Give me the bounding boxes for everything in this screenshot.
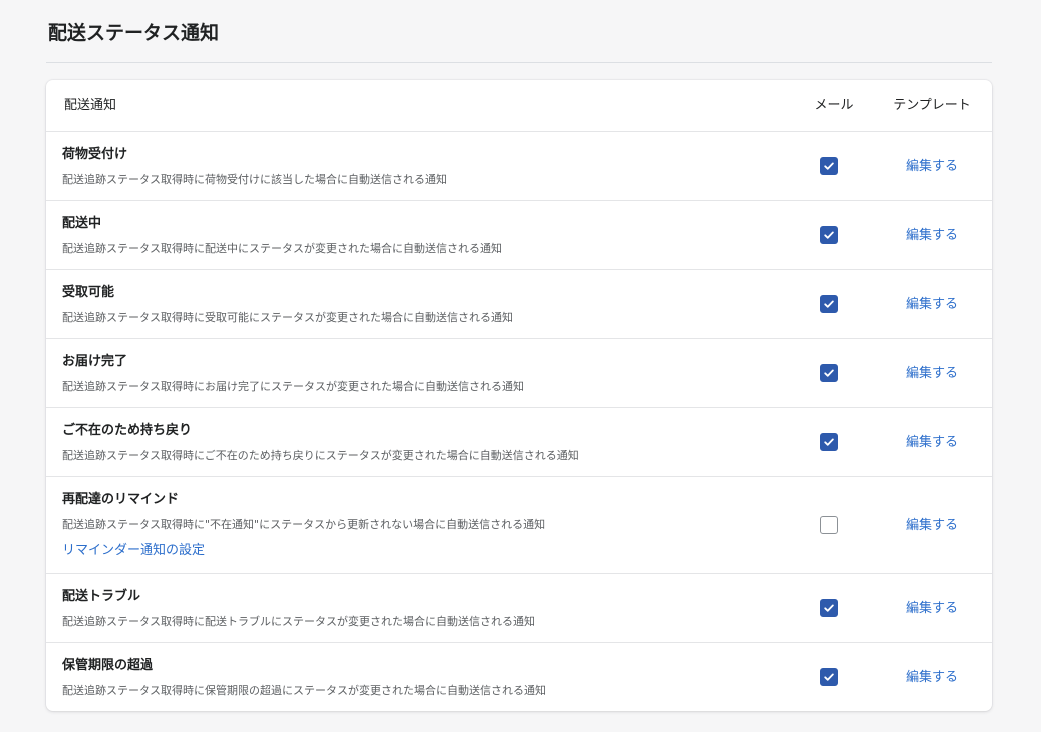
edit-template-link[interactable]: 編集する <box>886 226 978 246</box>
row-title: 配送トラブル <box>62 589 141 604</box>
mail-checkbox[interactable] <box>820 433 838 451</box>
row-description: 配送追跡ステータス取得時に荷物受付けに該当した場合に自動送信される通知 <box>62 173 447 186</box>
edit-template-link[interactable]: 編集する <box>886 295 978 315</box>
table-row: 保管期限の超過 配送追跡ステータス取得時に保管期限の超過にステータスが変更された… <box>46 643 992 711</box>
mail-checkbox[interactable] <box>820 516 838 534</box>
row-description: 配送追跡ステータス取得時に保管期限の超過にステータスが変更された場合に自動送信さ… <box>62 684 546 697</box>
row-description: 配送追跡ステータス取得時に"不在通知"にステータスから更新されない場合に自動送信… <box>62 518 546 531</box>
edit-template-link[interactable]: 編集する <box>886 157 978 177</box>
edit-template-link[interactable]: 編集する <box>886 599 978 619</box>
table-row: 受取可能 配送追跡ステータス取得時に受取可能にステータスが変更された場合に自動送… <box>46 270 992 339</box>
page: 配送ステータス通知 配送通知 メール テンプレート 荷物受付け 配送追跡ステータ… <box>0 0 1041 732</box>
mail-checkbox[interactable] <box>820 668 838 686</box>
row-description: 配送追跡ステータス取得時にご不在のため持ち戻りにステータスが変更された場合に自動… <box>62 449 579 462</box>
header-mail: メール <box>814 98 854 113</box>
table-row: 配送トラブル 配送追跡ステータス取得時に配送トラブルにステータスが変更された場合… <box>46 574 992 643</box>
table-header: 配送通知 メール テンプレート <box>46 80 992 132</box>
row-title: 再配達のリマインド <box>62 492 180 507</box>
table-row: 配送中 配送追跡ステータス取得時に配送中にステータスが変更された場合に自動送信さ… <box>46 201 992 270</box>
checkmark-icon <box>824 438 834 446</box>
checkmark-icon <box>824 673 834 681</box>
row-description: 配送追跡ステータス取得時に受取可能にステータスが変更された場合に自動送信される通… <box>62 311 513 324</box>
row-title: お届け完了 <box>62 354 128 369</box>
row-title: ご不在のため持ち戻り <box>62 423 193 438</box>
table-row: ご不在のため持ち戻り 配送追跡ステータス取得時にご不在のため持ち戻りにステータス… <box>46 408 992 477</box>
header-notification: 配送通知 <box>64 98 117 113</box>
header-template: テンプレート <box>893 98 971 113</box>
row-title: 配送中 <box>62 216 102 231</box>
row-title: 受取可能 <box>62 285 115 300</box>
page-title: 配送ステータス通知 <box>48 22 220 44</box>
edit-template-link[interactable]: 編集する <box>886 364 978 384</box>
row-title: 荷物受付け <box>62 147 128 162</box>
mail-checkbox[interactable] <box>820 364 838 382</box>
checkmark-icon <box>824 231 834 239</box>
edit-template-link[interactable]: 編集する <box>886 516 978 536</box>
notification-table: 配送通知 メール テンプレート 荷物受付け 配送追跡ステータス取得時に荷物受付け… <box>46 80 992 711</box>
reminder-settings-link[interactable]: リマインダー通知の設定 <box>62 542 205 560</box>
row-title: 保管期限の超過 <box>62 658 154 673</box>
mail-checkbox[interactable] <box>820 226 838 244</box>
table-row: 荷物受付け 配送追跡ステータス取得時に荷物受付けに該当した場合に自動送信される通… <box>46 132 992 201</box>
mail-checkbox[interactable] <box>820 599 838 617</box>
mail-checkbox[interactable] <box>820 157 838 175</box>
checkmark-icon <box>824 604 834 612</box>
row-description: 配送追跡ステータス取得時に配送トラブルにステータスが変更された場合に自動送信され… <box>62 615 535 628</box>
mail-checkbox[interactable] <box>820 295 838 313</box>
table-row: 再配達のリマインド 配送追跡ステータス取得時に"不在通知"にステータスから更新さ… <box>46 477 992 574</box>
title-divider <box>46 62 992 63</box>
row-description: 配送追跡ステータス取得時にお届け完了にステータスが変更された場合に自動送信される… <box>62 380 524 393</box>
edit-template-link[interactable]: 編集する <box>886 668 978 688</box>
row-description: 配送追跡ステータス取得時に配送中にステータスが変更された場合に自動送信される通知 <box>62 242 502 255</box>
checkmark-icon <box>824 369 834 377</box>
checkmark-icon <box>824 162 834 170</box>
checkmark-icon <box>824 300 834 308</box>
edit-template-link[interactable]: 編集する <box>886 433 978 453</box>
table-row: お届け完了 配送追跡ステータス取得時にお届け完了にステータスが変更された場合に自… <box>46 339 992 408</box>
